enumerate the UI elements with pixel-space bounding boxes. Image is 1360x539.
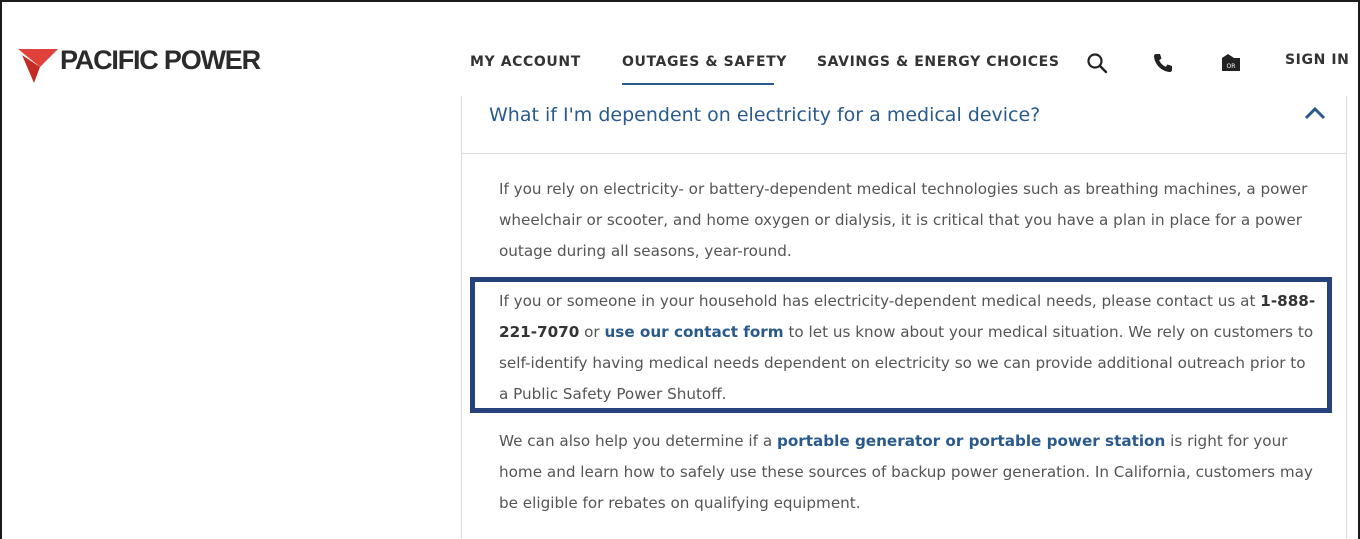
accordion-header[interactable]: What if I'm dependent on electricity for…	[462, 96, 1346, 154]
portable-generator-link[interactable]: portable generator or portable power sta…	[777, 432, 1165, 450]
sign-in-link[interactable]: SIGN IN	[1285, 52, 1350, 68]
brand-name: PACIFIC POWER	[60, 45, 261, 75]
medical-needs-contact-paragraph: If you or someone in your household has …	[499, 286, 1319, 410]
contact-text-middle: or	[579, 323, 605, 341]
generator-text-before: We can also help you determine if a	[499, 432, 777, 450]
nav-my-account[interactable]: MY ACCOUNT	[470, 54, 581, 70]
active-nav-indicator	[622, 83, 774, 85]
faq-accordion: What if I'm dependent on electricity for…	[461, 96, 1347, 539]
generator-paragraph: We can also help you determine if a port…	[499, 426, 1319, 519]
contact-form-link[interactable]: use our contact form	[604, 323, 783, 341]
nav-outages-safety[interactable]: OUTAGES & SAFETY	[622, 54, 787, 70]
phone-icon[interactable]	[1150, 50, 1176, 76]
contact-text-before: If you or someone in your household has …	[499, 292, 1261, 310]
accordion-title: What if I'm dependent on electricity for…	[489, 104, 1041, 126]
svg-text:OR: OR	[1227, 63, 1236, 70]
outage-map-icon[interactable]: OR	[1218, 50, 1244, 76]
logo-mark-icon	[18, 49, 58, 83]
nav-savings-energy-choices[interactable]: SAVINGS & ENERGY CHOICES	[817, 54, 1060, 70]
chevron-up-icon[interactable]	[1304, 106, 1326, 120]
medical-device-intro-paragraph: If you rely on electricity- or battery-d…	[499, 180, 1308, 260]
pacific-power-logo[interactable]: PACIFIC POWER	[18, 45, 278, 85]
search-icon[interactable]	[1084, 50, 1110, 76]
